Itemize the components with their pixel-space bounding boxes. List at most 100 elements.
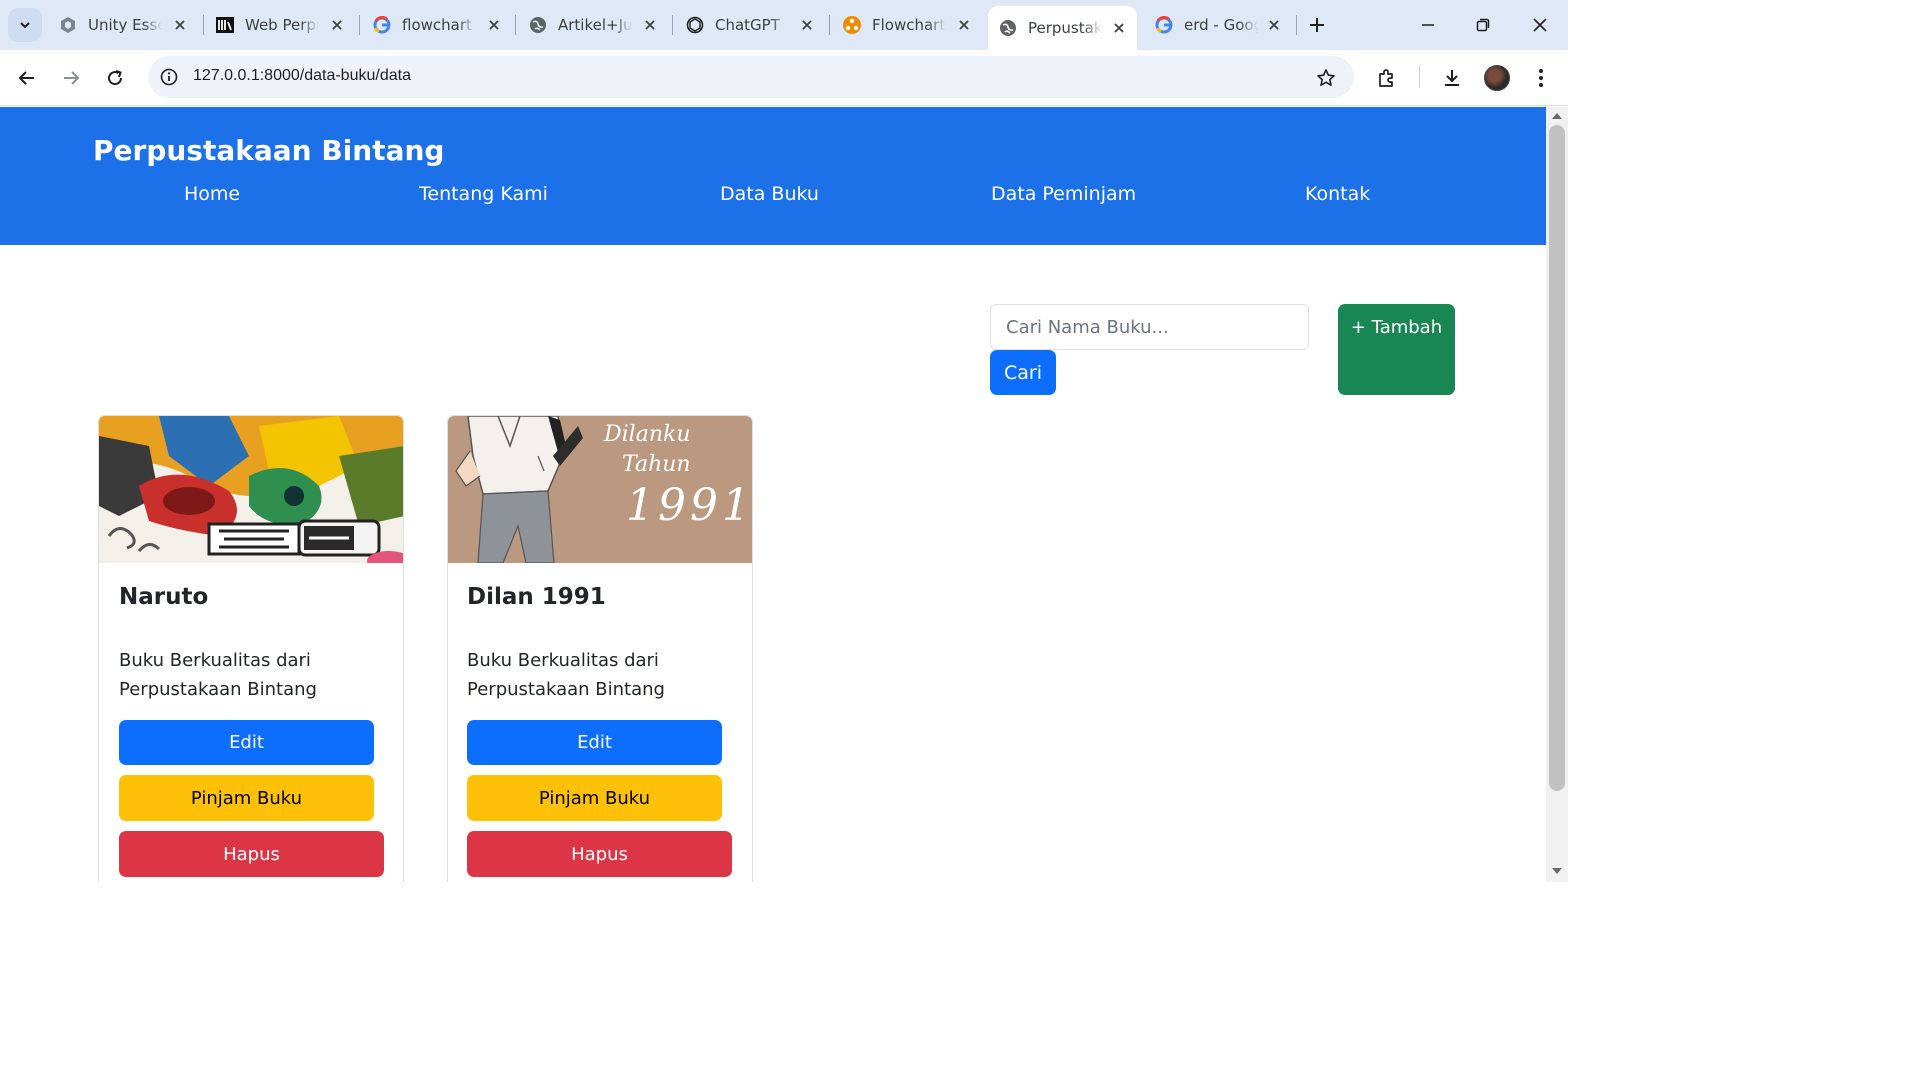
tab-separator — [1296, 15, 1297, 35]
tab-artikel[interactable]: Artikel+Jur — [518, 6, 668, 44]
chevron-down-icon — [20, 22, 30, 29]
downloads-button[interactable] — [1434, 60, 1470, 96]
tab-chatgpt[interactable]: ChatGPT — [675, 6, 825, 44]
book-description: Buku Berkualitas dari Perpustakaan Binta… — [119, 650, 317, 700]
borrow-button[interactable]: Pinjam Buku — [467, 775, 722, 821]
new-tab-button[interactable] — [1302, 10, 1332, 40]
tab-separator — [515, 15, 516, 35]
tab-strip: Unity Esser Web Perpu flowchart w Artike… — [0, 0, 1568, 50]
tab-title: flowchart w — [402, 16, 476, 34]
edit-button[interactable]: Edit — [467, 720, 722, 765]
book-cover-image — [99, 416, 403, 563]
address-bar[interactable]: 127.0.0.1:8000/data-buku/data — [148, 56, 1354, 98]
book-card: Dilanku Tahun 1991 Dilan 1991 Buku Berku… — [447, 415, 753, 882]
tab-separator — [672, 15, 673, 35]
close-window-button[interactable] — [1520, 8, 1560, 42]
add-book-button[interactable]: + Tambah — [1338, 304, 1455, 395]
close-icon[interactable] — [327, 15, 347, 35]
extensions-button[interactable] — [1369, 60, 1405, 96]
info-icon[interactable] — [158, 66, 180, 88]
scroll-up-arrow-icon[interactable] — [1552, 113, 1562, 119]
bookmark-star-icon[interactable] — [1314, 66, 1338, 90]
url-text[interactable]: 127.0.0.1:8000/data-buku/data — [193, 67, 411, 85]
close-icon[interactable] — [1109, 18, 1129, 38]
toolbar-divider — [1419, 66, 1420, 88]
restore-icon — [1476, 18, 1490, 32]
tab-erd-google[interactable]: erd - Goog — [1144, 6, 1292, 44]
book-cover-image: Dilanku Tahun 1991 — [448, 416, 753, 563]
browser-toolbar: 127.0.0.1:8000/data-buku/data — [0, 50, 1568, 106]
menu-button[interactable] — [1523, 60, 1559, 96]
globe-icon — [998, 18, 1018, 38]
close-icon[interactable] — [484, 15, 504, 35]
page-scrollbar[interactable] — [1546, 107, 1568, 882]
tab-title: Artikel+Jur — [558, 16, 632, 34]
puzzle-icon — [1379, 69, 1393, 87]
book-title: Dilan 1991 — [467, 584, 606, 610]
restore-button[interactable] — [1463, 8, 1503, 42]
scroll-down-arrow-icon[interactable] — [1552, 868, 1562, 874]
more-vert-icon — [1539, 69, 1543, 87]
book-icon — [215, 15, 235, 35]
chatgpt-icon — [685, 15, 705, 35]
forward-button[interactable] — [53, 60, 89, 96]
edit-button[interactable]: Edit — [119, 720, 374, 765]
nav-link-data-buku[interactable]: Data Buku — [720, 183, 819, 205]
back-button[interactable] — [9, 60, 45, 96]
tab-unity[interactable]: Unity Esser — [48, 6, 198, 44]
tab-title: Unity Esser — [88, 16, 162, 34]
plus-icon — [1310, 18, 1324, 32]
nav-link-tentang-kami[interactable]: Tentang Kami — [419, 183, 548, 205]
cover-line-3: 1991 — [626, 480, 753, 531]
download-icon — [1445, 70, 1459, 86]
tab-separator — [203, 15, 204, 35]
tab-perpustakaan-active[interactable]: Perpustaka — [988, 6, 1137, 50]
tab-separator — [829, 15, 830, 35]
tab-title: Perpustaka — [1028, 19, 1102, 37]
book-description: Buku Berkualitas dari Perpustakaan Binta… — [467, 650, 665, 700]
flowchart-icon — [842, 15, 862, 35]
google-icon — [372, 15, 392, 35]
close-icon[interactable] — [954, 15, 974, 35]
book-card: Naruto Buku Berkualitas dari Perpustakaa… — [98, 415, 404, 882]
delete-button[interactable]: Hapus — [467, 831, 732, 877]
search-input[interactable] — [990, 304, 1309, 350]
close-icon[interactable] — [797, 15, 817, 35]
arrow-left-icon — [18, 71, 34, 85]
cover-line-2: Tahun — [622, 452, 691, 477]
site-navbar: Perpustakaan Bintang Home Tentang Kami D… — [0, 107, 1546, 245]
tab-flowchartw[interactable]: FlowchartW — [832, 6, 982, 44]
reload-icon — [108, 70, 123, 86]
nav-link-data-peminjam[interactable]: Data Peminjam — [991, 183, 1136, 205]
tab-flowchart-google[interactable]: flowchart w — [362, 6, 512, 44]
tab-title: erd - Goog — [1184, 16, 1258, 34]
page-viewport: Perpustakaan Bintang Home Tentang Kami D… — [0, 107, 1546, 882]
minimize-icon — [1422, 24, 1434, 26]
close-icon — [1533, 18, 1547, 32]
close-icon[interactable] — [640, 15, 660, 35]
cover-line-1: Dilanku — [604, 422, 691, 447]
site-brand[interactable]: Perpustakaan Bintang — [93, 134, 444, 167]
close-icon[interactable] — [170, 15, 190, 35]
tab-title: FlowchartW — [872, 16, 946, 34]
minimize-button[interactable] — [1408, 8, 1448, 42]
nav-link-home[interactable]: Home — [184, 183, 240, 205]
unity-icon — [58, 15, 78, 35]
search-button[interactable]: Cari — [990, 350, 1056, 395]
arrow-right-icon — [64, 71, 80, 85]
scrollbar-thumb[interactable] — [1549, 125, 1565, 791]
close-icon[interactable] — [1264, 15, 1284, 35]
tab-separator — [359, 15, 360, 35]
delete-button[interactable]: Hapus — [119, 831, 384, 877]
google-icon — [1154, 15, 1174, 35]
tab-search-button[interactable] — [8, 8, 42, 42]
tab-web-perpus[interactable]: Web Perpu — [205, 6, 355, 44]
book-title: Naruto — [119, 584, 209, 610]
tab-title: Web Perpu — [245, 16, 319, 34]
nav-link-kontak[interactable]: Kontak — [1305, 183, 1370, 205]
profile-avatar[interactable] — [1484, 65, 1510, 91]
borrow-button[interactable]: Pinjam Buku — [119, 775, 374, 821]
reload-button[interactable] — [97, 60, 133, 96]
tab-title: ChatGPT — [715, 16, 780, 34]
globe-icon — [528, 15, 548, 35]
